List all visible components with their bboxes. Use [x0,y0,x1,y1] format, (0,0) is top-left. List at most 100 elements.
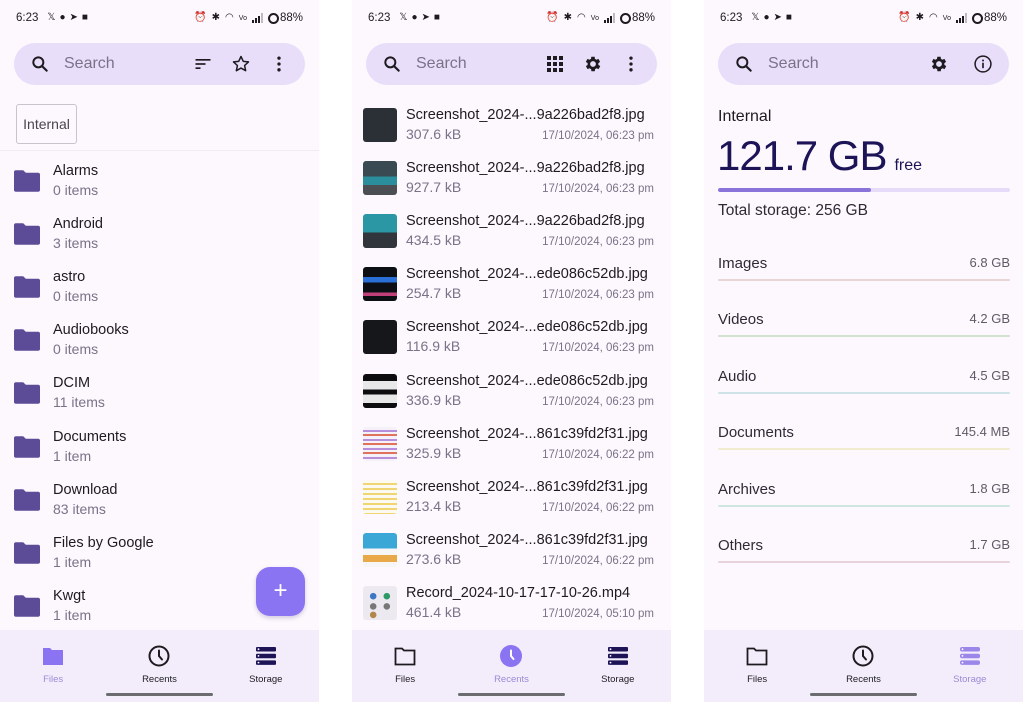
category-size: 4.5 GB [969,367,1010,383]
file-size: 254.7 kB [406,285,462,302]
folder-icon [744,644,770,668]
nav-storage[interactable]: Storage [917,630,1023,702]
telegram-icon: ➤ [421,12,430,23]
recent-file-item[interactable]: Screenshot_2024-...9a226bad2f8.jpg 927.7 … [352,151,671,204]
wifi-icon: ◠ [929,12,938,23]
total-storage: Total storage: 256 GB [718,202,868,219]
folder-item[interactable]: Audiobooks 0 items [0,314,319,367]
free-space-suffix: free [894,157,923,174]
recent-file-item[interactable]: Record_2024-10-17-17-10-26.mp4 461.4 kB 17… [352,577,671,630]
nav-recents-label: Recents [142,674,177,685]
category-size: 145.4 MB [954,424,1010,440]
search-bar[interactable]: Search [14,43,305,85]
nav-recents[interactable]: Recents [106,630,212,702]
info-button[interactable] [971,52,995,76]
folder-text: Audiobooks 0 items [53,321,129,359]
nav-recents[interactable]: Recents [458,630,564,702]
favorites-button[interactable] [229,52,253,76]
recent-file-item[interactable]: Screenshot_2024-...ede086c52db.jpg 254.7 … [352,258,671,311]
battery-level: 88% [279,12,303,24]
file-date: 17/10/2024, 05:10 pm [542,608,654,621]
recent-file-item[interactable]: Screenshot_2024-...861c39fd2f31.jpg 273.6… [352,524,671,577]
search-bar[interactable]: Search [366,43,657,85]
search-input[interactable]: Search [768,55,907,73]
category-name: Audio [718,367,757,385]
file-name: Screenshot_2024-...861c39fd2f31.jpg [406,425,648,442]
grid-view-button[interactable] [543,52,567,76]
nav-storage-label: Storage [249,674,283,685]
gesture-bar[interactable] [458,693,565,696]
storage-screen: 6:23 𝕏 ● ➤ ■ ⏰ ✱ ◠ Vo 88% Search Interna… [704,0,1023,702]
more-options-button[interactable] [267,52,291,76]
internal-storage-chip[interactable]: Internal [16,104,77,144]
alarm-icon: ⏰ [546,12,559,23]
recent-file-item[interactable]: Screenshot_2024-...ede086c52db.jpg 116.9 … [352,311,671,364]
gesture-bar[interactable] [106,693,213,696]
gesture-bar[interactable] [810,693,917,696]
plus-icon: + [273,576,288,604]
alarm-icon: ⏰ [194,12,207,23]
nav-recents-label: Recents [846,674,881,685]
storage-category-item[interactable]: Documents 145.4 MB [718,414,1010,470]
folder-item[interactable]: Alarms 0 items [0,154,319,207]
file-date: 17/10/2024, 06:22 pm [542,501,654,514]
nav-storage[interactable]: Storage [213,630,319,702]
file-meta: 213.4 kB 17/10/2024, 06:22 pm [406,497,654,516]
nav-files[interactable]: Files [352,630,458,702]
files-screen: 6:23 𝕏 ● ➤ ■ ⏰ ✱ ◠ Vo 88% Search Interna… [0,0,319,702]
x-icon: 𝕏 [47,12,56,23]
folder-text: Kwgt 1 item [53,587,91,625]
file-meta: 434.5 kB 17/10/2024, 06:23 pm [406,231,654,250]
search-bar[interactable]: Search [718,43,1009,85]
storage-category-item[interactable]: Images 6.8 GB [718,245,1010,301]
settings-button[interactable] [927,52,951,76]
folder-item[interactable]: DCIM 11 items [0,367,319,420]
folder-item[interactable]: Documents 1 item [0,420,319,473]
folder-item[interactable]: astro 0 items [0,260,319,313]
file-date: 17/10/2024, 06:22 pm [542,448,654,461]
folder-name: Android [53,215,103,232]
nav-storage[interactable]: Storage [565,630,671,702]
file-size: 927.7 kB [406,178,462,195]
category-bar [718,391,1010,394]
search-input[interactable]: Search [64,55,177,73]
search-input[interactable]: Search [416,55,529,73]
storage-category-item[interactable]: Videos 4.2 GB [718,301,1010,357]
storage-category-item[interactable]: Others 1.7 GB [718,527,1010,583]
bag-icon: ■ [81,12,88,23]
battery-level: 88% [631,12,655,24]
folder-item[interactable]: Android 3 items [0,207,319,260]
sort-button[interactable] [191,52,215,76]
telegram-icon: ➤ [69,12,78,23]
category-name: Videos [718,311,764,329]
settings-button[interactable] [581,52,605,76]
file-text: Record_2024-10-17-17-10-26.mp4 461.4 kB 17… [406,584,654,622]
recent-file-item[interactable]: Screenshot_2024-...861c39fd2f31.jpg 213.4… [352,470,671,523]
storage-category-item[interactable]: Audio 4.5 GB [718,358,1010,414]
clock-icon [850,644,876,668]
nav-files-label: Files [395,674,416,685]
recent-file-item[interactable]: Screenshot_2024-...9a226bad2f8.jpg 307.6 … [352,98,671,151]
volte-icon: Vo [238,14,247,22]
recent-file-item[interactable]: Screenshot_2024-...ede086c52db.jpg 336.9 … [352,364,671,417]
nav-files[interactable]: Files [0,630,106,702]
recent-file-item[interactable]: Screenshot_2024-...9a226bad2f8.jpg 434.5 … [352,204,671,257]
category-size: 1.8 GB [969,480,1010,496]
folder-item-count: 83 items [53,500,106,517]
clock-icon [498,644,524,668]
recent-file-item[interactable]: Screenshot_2024-...861c39fd2f31.jpg 325.9… [352,417,671,470]
folder-item-count: 3 items [53,234,99,251]
nav-files-label: Files [747,674,768,685]
storage-category-list: Images 6.8 GB Videos 4.2 GB Audio 4.5 GB Docum… [718,245,1010,583]
nav-recents[interactable]: Recents [810,630,916,702]
add-folder-button[interactable]: + [256,567,305,616]
file-date: 17/10/2024, 06:23 pm [542,342,654,355]
folder-list: Alarms 0 items Android 3 items astro 0 items A… [0,154,319,633]
more-options-button[interactable] [619,52,643,76]
nav-files[interactable]: Files [704,630,810,702]
file-size: 116.9 kB [406,338,461,355]
storage-category-item[interactable]: Archives 1.8 GB [718,471,1010,527]
file-thumbnail [363,160,397,195]
folder-icon [14,595,40,617]
folder-item[interactable]: Download 83 items [0,473,319,526]
